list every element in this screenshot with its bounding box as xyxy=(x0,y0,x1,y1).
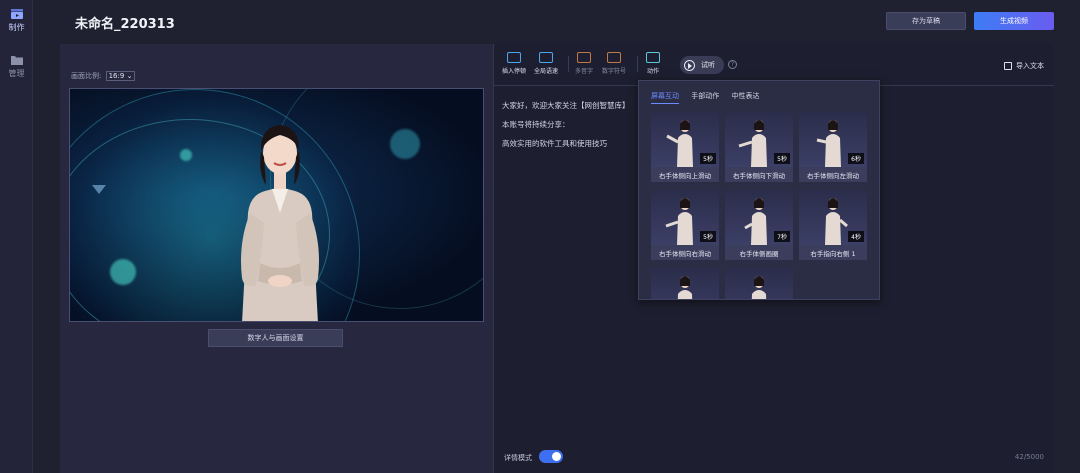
tool-action[interactable]: 动作 xyxy=(646,52,660,75)
listen-label: 试听 xyxy=(701,61,715,69)
action-name: 右手指向右侧 1 xyxy=(810,249,856,258)
digital-human-avatar xyxy=(241,125,319,321)
detail-mode-label: 详情模式 xyxy=(504,454,532,462)
action-card[interactable] xyxy=(725,268,793,299)
action-category-tabs: 屏幕互动 手部动作 中性表达 xyxy=(651,91,769,104)
toolbar-divider xyxy=(637,56,638,72)
duration-badge: 4秒 xyxy=(848,231,864,242)
aspect-ratio-label: 画面比例: xyxy=(71,72,102,80)
action-thumbnail: 5秒 xyxy=(725,112,793,167)
action-card[interactable] xyxy=(651,268,719,299)
action-card[interactable]: 5秒 右手体侧向下滑动 xyxy=(725,112,793,182)
help-icon[interactable]: ? xyxy=(728,60,737,69)
tool-global-speed[interactable]: 全局语速 xyxy=(534,52,558,75)
character-count: 42/5000 xyxy=(1014,453,1044,461)
aspect-ratio-control: 画面比例: 16:9 ⌄ xyxy=(71,71,136,81)
presenter-thumbnail xyxy=(677,276,693,299)
tool-insert-pause[interactable]: 插入停顿 xyxy=(502,52,526,75)
tool-label: 全局语速 xyxy=(534,68,559,75)
action-name: 右手体侧向右滑动 xyxy=(659,249,711,258)
rail-item-label: 制作 xyxy=(8,23,25,32)
clapperboard-icon xyxy=(10,9,23,19)
action-thumbnail: 5秒 xyxy=(651,190,719,245)
rail-item-manage[interactable]: 管理 xyxy=(0,54,33,79)
detail-mode-toggle[interactable] xyxy=(539,450,563,463)
toolbar-divider xyxy=(568,56,569,72)
duration-badge: 5秒 xyxy=(774,153,790,164)
number-symbol-icon xyxy=(607,52,621,63)
save-draft-button[interactable]: 存为草稿 xyxy=(886,12,966,30)
light-flare xyxy=(390,129,420,159)
action-thumbnail: 7秒 xyxy=(725,190,793,245)
tab-neutral-expression[interactable]: 中性表达 xyxy=(731,91,759,103)
action-card[interactable]: 6秒 右手体侧向左滑动 xyxy=(799,112,867,182)
action-thumbnail: 5秒 xyxy=(651,112,719,167)
triangle-marker-icon xyxy=(92,185,106,194)
script-line: 高效实用的软件工具和使用技巧 xyxy=(502,139,607,148)
action-card[interactable]: 5秒 右手体侧向上滑动 xyxy=(651,112,719,182)
light-flare xyxy=(180,149,192,161)
canvas-panel: 画面比例: 16:9 ⌄ 数字人与画面设置 xyxy=(60,44,493,473)
script-line: 本账号将持续分享： xyxy=(502,120,570,129)
aspect-ratio-value: 16:9 xyxy=(108,72,125,80)
editor-footer: 详情模式 42/5000 xyxy=(494,443,1054,473)
pause-insert-icon xyxy=(507,52,521,63)
action-name: 右手体侧向下滑动 xyxy=(733,171,785,180)
avatar-scene-settings-button[interactable]: 数字人与画面设置 xyxy=(208,329,343,347)
duration-badge: 7秒 xyxy=(774,231,790,242)
tool-label: 数字符号 xyxy=(602,68,627,75)
tool-label: 插入停顿 xyxy=(502,68,527,75)
light-flare xyxy=(110,259,136,285)
polyphone-icon xyxy=(577,52,591,63)
duration-badge: 6秒 xyxy=(848,153,864,164)
duration-badge: 5秒 xyxy=(700,231,716,242)
rail-item-label: 管理 xyxy=(8,69,25,78)
aspect-ratio-select[interactable]: 16:9 ⌄ xyxy=(105,71,136,81)
action-thumbnail xyxy=(651,268,719,299)
import-label: 导入文本 xyxy=(1016,62,1044,70)
script-text-area[interactable]: 大家好，欢迎大家关注【网创智慧库】 本账号将持续分享： 高效实用的软件工具和使用… xyxy=(502,96,630,153)
video-preview[interactable] xyxy=(69,88,484,322)
tool-label: 动作 xyxy=(646,68,659,75)
presenter-thumbnail xyxy=(751,276,767,299)
speed-icon xyxy=(539,52,553,63)
action-card[interactable]: 5秒 右手体侧向右滑动 xyxy=(651,190,719,260)
folder-icon xyxy=(10,56,23,65)
action-name: 右手体侧向上滑动 xyxy=(659,171,711,180)
rail-item-create[interactable]: 制作 xyxy=(0,8,33,33)
action-thumbnail: 4秒 xyxy=(799,190,867,245)
import-icon xyxy=(1004,62,1012,70)
side-rail: 制作 管理 xyxy=(0,0,33,473)
top-bar: 未命名_220313 存为草稿 生成视频 xyxy=(33,0,1080,44)
tool-number-symbol[interactable]: 数字符号 xyxy=(602,52,626,75)
script-line: 大家好，欢迎大家关注【网创智慧库】 xyxy=(502,101,630,110)
action-thumbnail: 6秒 xyxy=(799,112,867,167)
action-picker-popover: 屏幕互动 手部动作 中性表达 5秒 右手体侧向上滑动 5秒 右手体侧向下滑动 6… xyxy=(638,80,880,300)
play-icon xyxy=(684,59,695,71)
duration-badge: 5秒 xyxy=(700,153,716,164)
import-text-button[interactable]: 导入文本 xyxy=(1004,61,1044,71)
tool-label: 多音字 xyxy=(575,68,594,75)
action-name: 右手体侧画圈 xyxy=(739,249,779,258)
action-card[interactable]: 4秒 右手指向右侧 1 xyxy=(799,190,867,260)
project-title[interactable]: 未命名_220313 xyxy=(75,13,175,32)
tab-screen-interaction[interactable]: 屏幕互动 xyxy=(651,91,679,104)
tab-hand-gestures[interactable]: 手部动作 xyxy=(691,91,719,103)
listen-button[interactable]: 试听 xyxy=(680,56,724,74)
action-card[interactable]: 7秒 右手体侧画圈 xyxy=(725,190,793,260)
action-name: 右手体侧向左滑动 xyxy=(807,171,859,180)
action-thumbnail xyxy=(725,268,793,299)
chevron-down-icon: ⌄ xyxy=(126,72,133,80)
generate-video-button[interactable]: 生成视频 xyxy=(974,12,1054,30)
action-icon xyxy=(646,52,660,63)
tool-polyphone[interactable]: 多音字 xyxy=(575,52,593,75)
